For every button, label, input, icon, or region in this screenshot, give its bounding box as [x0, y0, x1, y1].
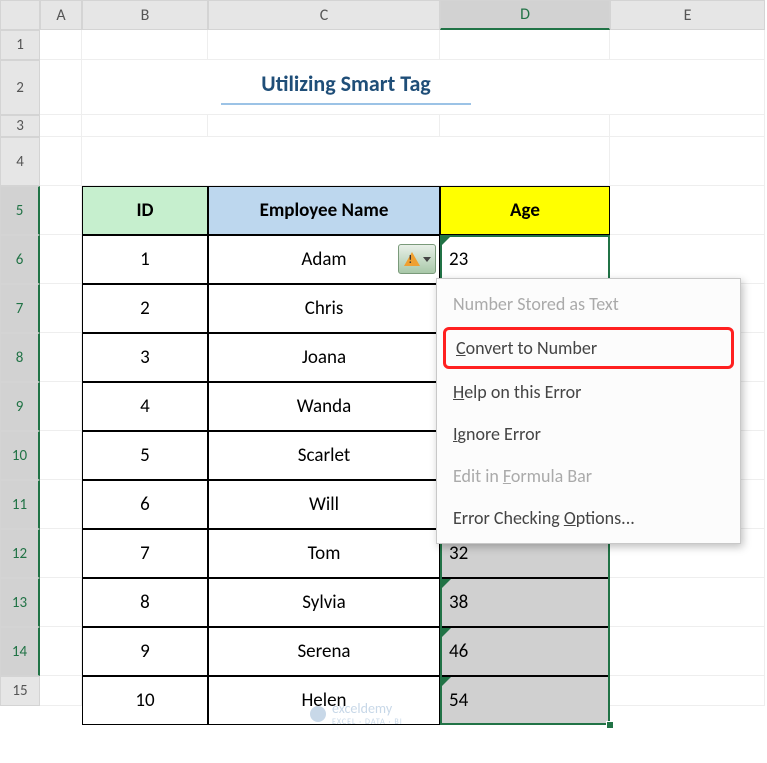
- row-header-12[interactable]: 12: [0, 529, 40, 578]
- cell-name[interactable]: Tom: [208, 529, 440, 578]
- row-header-6[interactable]: 6: [0, 235, 40, 284]
- watermark-brand: exceldemy: [332, 700, 403, 717]
- watermark-sub: EXCEL · DATA · BI: [332, 717, 403, 727]
- cell-name[interactable]: Wanda: [208, 382, 440, 431]
- watermark: exceldemy EXCEL · DATA · BI: [310, 700, 403, 727]
- row-header-4[interactable]: 4: [0, 137, 40, 186]
- table-row: 9Serena46: [82, 627, 610, 676]
- table-row: 8Sylvia38: [82, 578, 610, 627]
- error-indicator-icon: [441, 677, 451, 687]
- column-headers: A B C D E: [0, 0, 765, 30]
- cell-id[interactable]: 7: [82, 529, 208, 578]
- row-headers: 1 2 3 4 5 6 7 8 9 10 11 12 13 14 15: [0, 30, 40, 706]
- cell-name[interactable]: Joana: [208, 333, 440, 382]
- cell-name[interactable]: Sylvia: [208, 578, 440, 627]
- row-header-1[interactable]: 1: [0, 30, 40, 60]
- cell-name[interactable]: Chris: [208, 284, 440, 333]
- table-header-id[interactable]: ID: [82, 186, 208, 235]
- fill-handle[interactable]: [606, 721, 614, 729]
- row-header-7[interactable]: 7: [0, 284, 40, 333]
- cell-id[interactable]: 3: [82, 333, 208, 382]
- row-header-3[interactable]: 3: [0, 115, 40, 137]
- error-indicator-icon: [441, 628, 451, 638]
- row-header-14[interactable]: 14: [0, 627, 40, 676]
- row-header-5[interactable]: 5: [0, 186, 40, 235]
- error-indicator-icon: [441, 579, 451, 589]
- cell-age[interactable]: 38: [440, 578, 610, 627]
- cell-id[interactable]: 8: [82, 578, 208, 627]
- table-header-name[interactable]: Employee Name: [208, 186, 440, 235]
- menu-header: Number Stored as Text: [437, 283, 740, 325]
- menu-error-checking-options[interactable]: Error Checking Options...: [437, 497, 740, 539]
- table-header-age[interactable]: Age: [440, 186, 610, 235]
- cell-id[interactable]: 1: [82, 235, 208, 284]
- row-header-13[interactable]: 13: [0, 578, 40, 627]
- cell-name[interactable]: Serena: [208, 627, 440, 676]
- row-header-2[interactable]: 2: [0, 60, 40, 115]
- row-header-8[interactable]: 8: [0, 333, 40, 382]
- warning-icon: [404, 252, 420, 266]
- menu-ignore-error[interactable]: Ignore Error: [437, 413, 740, 455]
- col-header-d[interactable]: D: [440, 0, 610, 30]
- cell-name[interactable]: Scarlet: [208, 431, 440, 480]
- row-header-11[interactable]: 11: [0, 480, 40, 529]
- cell-id[interactable]: 10: [82, 676, 208, 725]
- cell-id[interactable]: 5: [82, 431, 208, 480]
- dropdown-arrow-icon: [423, 257, 431, 262]
- cell-age[interactable]: 54: [440, 676, 610, 725]
- watermark-logo-icon: [310, 706, 326, 722]
- table-row: 1Adam23: [82, 235, 610, 284]
- row-header-15[interactable]: 15: [0, 676, 40, 706]
- cell-name[interactable]: Will: [208, 480, 440, 529]
- menu-convert-to-number[interactable]: Convert to Number: [443, 327, 734, 369]
- col-header-a[interactable]: A: [40, 0, 82, 30]
- select-all-corner[interactable]: [0, 0, 40, 30]
- cell-id[interactable]: 9: [82, 627, 208, 676]
- row-header-9[interactable]: 9: [0, 382, 40, 431]
- cell-id[interactable]: 6: [82, 480, 208, 529]
- menu-edit-formula-bar: Edit in Formula Bar: [437, 455, 740, 497]
- cell-id[interactable]: 4: [82, 382, 208, 431]
- smart-tag-menu: Number Stored as Text Convert to Number …: [436, 278, 741, 544]
- smart-tag-button[interactable]: [398, 244, 436, 274]
- cell-age[interactable]: 23: [440, 235, 610, 284]
- cell-id[interactable]: 2: [82, 284, 208, 333]
- menu-help-on-error[interactable]: Help on this Error: [437, 371, 740, 413]
- row-header-10[interactable]: 10: [0, 431, 40, 480]
- error-indicator-icon: [441, 236, 451, 246]
- page-title: Utilizing Smart Tag: [221, 70, 471, 105]
- cell-age[interactable]: 46: [440, 627, 610, 676]
- col-header-b[interactable]: B: [82, 0, 208, 30]
- col-header-c[interactable]: C: [208, 0, 440, 30]
- col-header-e[interactable]: E: [610, 0, 765, 30]
